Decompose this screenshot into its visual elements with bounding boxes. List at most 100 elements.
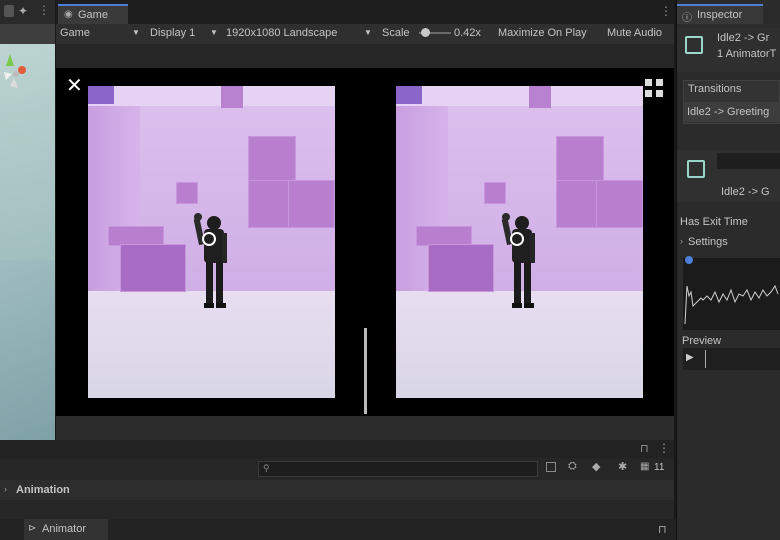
tab-game-label: Game xyxy=(78,9,108,21)
more-icon[interactable]: ⋮ xyxy=(38,3,50,17)
wall-block xyxy=(596,180,643,228)
wall-block xyxy=(556,136,604,182)
scale-slider[interactable] xyxy=(419,28,451,38)
inspector-title: Idle2 -> Gr xyxy=(717,32,770,44)
transition-timeline-graph[interactable] xyxy=(683,256,780,330)
scene-gizmo-icon[interactable] xyxy=(2,52,32,92)
animation-panel-header: ⊓ ⋮ xyxy=(0,440,674,458)
transition-name-field[interactable] xyxy=(717,153,780,169)
game-toolbar: Game ▼ Display 1 ▼ 1920x1080 Landscape ▼… xyxy=(56,24,674,44)
preview-label: Preview xyxy=(682,335,722,347)
layer-count: 11 xyxy=(654,462,665,473)
wall-block xyxy=(484,182,506,204)
character-figure xyxy=(501,213,535,308)
wall-block xyxy=(288,180,335,228)
stair-block xyxy=(416,226,472,246)
wall-block xyxy=(556,180,598,228)
close-icon[interactable]: ✕ xyxy=(66,76,83,96)
resolution-dropdown[interactable]: 1920x1080 Landscape ▼ xyxy=(224,26,374,42)
search-icon: ⚲ xyxy=(263,463,270,473)
stair-block xyxy=(120,244,186,292)
light-icon[interactable]: ✦ xyxy=(18,4,28,18)
timeline-waveform xyxy=(684,284,779,325)
animator-icon: ⊳ xyxy=(28,523,37,534)
cardboard-icon[interactable] xyxy=(644,78,664,98)
lock-icon[interactable]: ⊓ xyxy=(658,523,667,536)
scale-label: Scale xyxy=(382,27,410,39)
scale-slider-handle[interactable] xyxy=(421,28,430,37)
chevron-down-icon: ▼ xyxy=(364,28,372,37)
display-label: Display 1 xyxy=(150,27,196,39)
inspector-subtitle: 1 AnimatorT xyxy=(717,48,777,60)
resolution-label: 1920x1080 Landscape xyxy=(226,27,338,39)
gaze-reticle-icon xyxy=(202,232,216,246)
chevron-down-icon: ▼ xyxy=(210,28,218,37)
stair-block xyxy=(108,226,164,246)
toolbar-button[interactable] xyxy=(4,5,14,17)
transitions-label: Transitions xyxy=(688,83,742,95)
maximize-on-play-toggle[interactable]: Maximize On Play xyxy=(498,27,587,39)
tab-game[interactable]: ◉ Game xyxy=(58,4,128,24)
character-figure xyxy=(193,213,227,308)
scene-floor xyxy=(0,260,55,440)
wall-block xyxy=(248,136,296,182)
tab-inspector[interactable]: ⓘ Inspector xyxy=(677,4,763,24)
wall-block xyxy=(248,180,290,228)
animation-body xyxy=(0,500,674,520)
game-bottom-strip xyxy=(56,416,674,440)
lock-icon[interactable]: ⊓ xyxy=(640,442,649,455)
corner-block xyxy=(396,86,422,104)
view-mode-dropdown[interactable]: Game ▼ xyxy=(58,26,144,42)
transition-object-label: Idle2 -> G xyxy=(721,186,770,198)
transition-asset-icon xyxy=(685,36,703,54)
chevron-right-icon: › xyxy=(680,236,683,246)
transition-list-item[interactable]: Idle2 -> Greeting xyxy=(684,102,780,122)
animator-tabbar: ⊓ ⋮ ✕ xyxy=(0,519,780,540)
animation-label: Animation xyxy=(16,484,70,496)
transition-item-label: Idle2 -> Greeting xyxy=(687,106,770,118)
preview-scrubber[interactable] xyxy=(705,350,706,368)
label-icon[interactable]: ◆ xyxy=(592,460,600,473)
mute-audio-toggle[interactable]: Mute Audio xyxy=(607,27,662,39)
layers-icon[interactable]: ▦ xyxy=(640,461,649,472)
settings-foldout[interactable]: › Settings xyxy=(680,234,780,250)
preview-panel: ▶ xyxy=(683,348,780,370)
info-icon: ⓘ xyxy=(682,13,692,24)
ceiling xyxy=(396,86,643,106)
ceiling xyxy=(88,86,335,106)
inspector-header: Idle2 -> Gr 1 AnimatorT xyxy=(677,28,780,72)
chevron-down-icon: ▼ xyxy=(132,28,140,37)
search-input[interactable]: ⚲ xyxy=(258,461,538,477)
transition-object-header: Idle2 -> G xyxy=(677,150,780,202)
transition-asset-icon xyxy=(687,160,705,178)
game-menu-icon[interactable]: ⋮ xyxy=(660,4,672,18)
chevron-right-icon: › xyxy=(4,484,7,494)
tab-animator[interactable]: ⊳ Animator xyxy=(24,519,108,540)
tab-inspector-label: Inspector xyxy=(697,9,743,21)
gamepad-icon: ◉ xyxy=(64,9,73,20)
more-icon[interactable]: ⋮ xyxy=(658,441,670,455)
corner-block xyxy=(88,86,114,104)
filter-icon[interactable]: ⛭ xyxy=(568,460,577,473)
scene-toolbar: ✦ ⋮ xyxy=(0,0,55,24)
has-exit-time-label: Has Exit Time xyxy=(680,216,748,228)
tab-animator-label: Animator xyxy=(42,523,87,535)
animation-foldout[interactable]: › Animation xyxy=(0,480,674,500)
star-icon[interactable]: ✱ xyxy=(618,460,627,473)
wall-block xyxy=(176,182,198,204)
view-mode-label: Game xyxy=(60,27,90,39)
ceiling-block xyxy=(529,86,551,108)
right-eye-view xyxy=(396,86,643,398)
scale-value: 0.42x xyxy=(454,27,481,39)
left-eye-view xyxy=(88,86,335,398)
toggle-icon[interactable] xyxy=(546,462,556,472)
settings-label: Settings xyxy=(688,236,728,248)
play-icon[interactable]: ▶ xyxy=(686,352,694,363)
ceiling-block xyxy=(221,86,243,108)
gaze-reticle-icon xyxy=(510,232,524,246)
game-tabbar xyxy=(56,0,674,24)
game-subbar xyxy=(56,44,674,68)
display-dropdown[interactable]: Display 1 ▼ xyxy=(148,26,220,42)
eye-divider-line xyxy=(364,328,367,414)
timeline-marker[interactable] xyxy=(685,256,693,264)
